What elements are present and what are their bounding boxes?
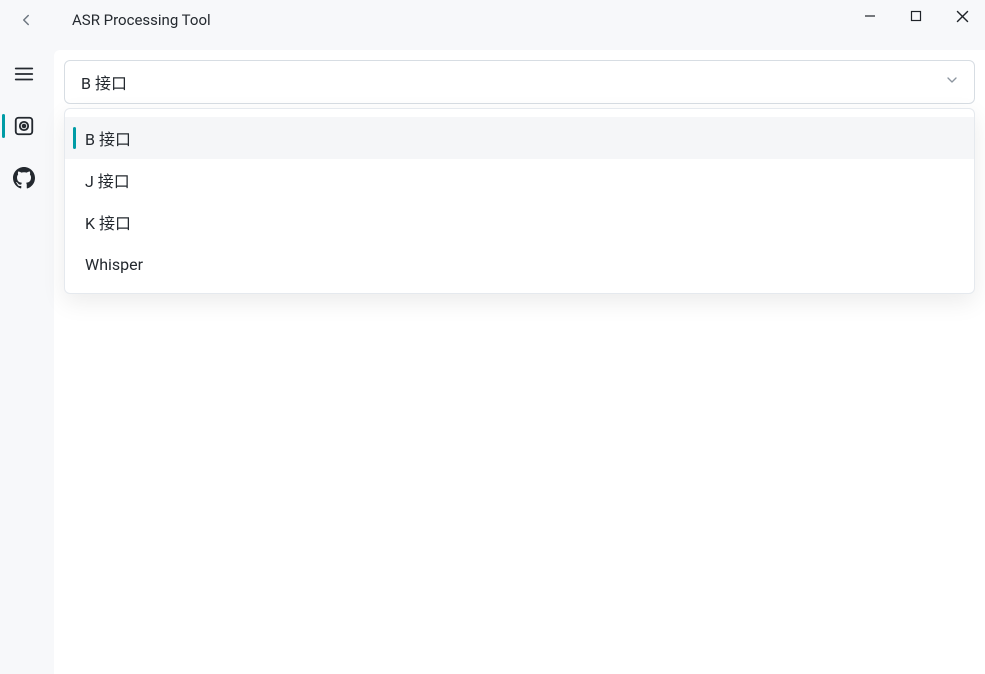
api-option[interactable]: B 接口 <box>65 117 974 159</box>
api-option-label: B 接口 <box>85 126 131 150</box>
window-minimize-button[interactable] <box>847 0 893 32</box>
api-select-value: B 接口 <box>81 70 127 94</box>
back-button[interactable] <box>6 0 46 40</box>
api-option[interactable]: K 接口 <box>65 201 974 243</box>
hamburger-icon <box>13 63 35 85</box>
close-icon <box>956 10 969 23</box>
app-title: ASR Processing Tool <box>72 11 211 29</box>
minimize-icon <box>864 10 876 22</box>
github-icon <box>13 167 35 189</box>
target-icon <box>13 115 35 137</box>
api-option-label: J 接口 <box>85 168 130 192</box>
api-option[interactable]: Whisper <box>65 243 974 285</box>
nav-github[interactable] <box>2 160 46 196</box>
nav-asr[interactable] <box>2 108 46 144</box>
titlebar: ASR Processing Tool <box>0 0 985 40</box>
sidebar-rail <box>0 50 48 196</box>
api-select[interactable]: B 接口 <box>64 60 975 104</box>
api-option-label: K 接口 <box>85 210 131 234</box>
api-option[interactable]: J 接口 <box>65 159 974 201</box>
api-option-label: Whisper <box>85 255 143 274</box>
window-maximize-button[interactable] <box>893 0 939 32</box>
menu-button[interactable] <box>2 56 46 92</box>
main-content: B 接口 B 接口 J 接口 K 接口 Whisper <box>54 50 985 674</box>
api-select-dropdown: B 接口 J 接口 K 接口 Whisper <box>64 108 975 294</box>
chevron-down-icon <box>944 72 960 92</box>
window-close-button[interactable] <box>939 0 985 32</box>
maximize-icon <box>910 10 922 22</box>
arrow-left-icon <box>17 11 35 29</box>
